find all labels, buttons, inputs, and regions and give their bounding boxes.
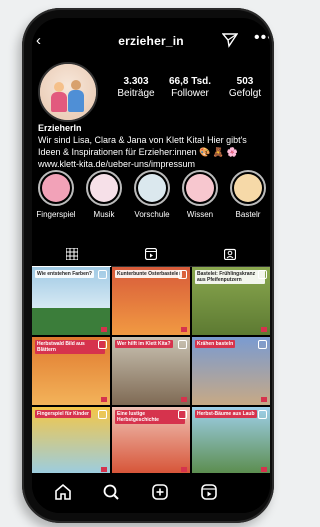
search-icon[interactable]: [100, 481, 122, 503]
highlight-label: Vorschule: [134, 210, 170, 219]
stat-following[interactable]: 503 Gefolgt: [215, 76, 270, 100]
post-grid: Wie entstehen Farben? Kunterbunte Osterb…: [32, 267, 270, 475]
post-tile[interactable]: Bastelei: Frühlingskranz aus Pfeifenputz…: [192, 267, 270, 335]
stat-following-label: Gefolgt: [228, 88, 262, 99]
highlight-label: Musik: [93, 210, 115, 219]
post-tile[interactable]: Krähen basteln: [192, 337, 270, 405]
post-tile[interactable]: Herbstwald Bild aus Blättern: [32, 337, 110, 405]
highlight-cover: [42, 174, 70, 202]
brand-logo: [181, 397, 187, 402]
bio-line: Ideen & Inspirationen für Erzieher:innen…: [38, 147, 238, 157]
bottom-navigation: [32, 473, 270, 513]
post-tile[interactable]: Kunterbunte Osterbastelei: [112, 267, 190, 335]
add-post-icon[interactable]: [149, 481, 171, 503]
reel-indicator-icon: [258, 270, 267, 279]
post-caption: Herbst-Bäume aus Laub: [195, 410, 257, 418]
bio-link[interactable]: www.klett-kita.de/ueber-uns/impressum: [38, 158, 268, 170]
profile-header: ‹ erzieher_in •••: [32, 30, 270, 52]
highlight-basteln[interactable]: Bastelr: [226, 170, 270, 219]
highlight-cover: [138, 174, 166, 202]
profile-tabs: [32, 244, 270, 267]
reel-indicator-icon: [178, 410, 187, 419]
post-caption: Eine lustige Herbstgeschichte: [115, 410, 185, 424]
reel-indicator-icon: [98, 270, 107, 279]
highlight-wissen[interactable]: Wissen: [178, 170, 222, 219]
stat-followers[interactable]: 66,8 Tsd. Follower: [160, 76, 220, 100]
post-caption: Kunterbunte Osterbastelei: [115, 270, 182, 278]
profile-display-name: ErzieherIn: [38, 123, 82, 133]
highlight-cover: [90, 174, 118, 202]
reels-icon[interactable]: [198, 481, 220, 503]
post-tile[interactable]: Wer hilft im Klett Kita?: [112, 337, 190, 405]
more-dots-icon[interactable]: •••: [254, 30, 270, 46]
bio-line: Wir sind Lisa, Clara & Jana von Klett Ki…: [38, 135, 247, 145]
highlight-fingerspiel[interactable]: Fingerspiel: [34, 170, 78, 219]
app-screen: ‹ erzieher_in ••• 3.303 Beiträge 66,8 Ts…: [32, 18, 270, 513]
grid-tab[interactable]: [32, 244, 111, 267]
brand-logo: [261, 467, 267, 472]
brand-logo: [261, 397, 267, 402]
post-caption: Krähen basteln: [195, 340, 236, 348]
post-caption: Fingerspiel für Kinder: [35, 410, 91, 418]
reel-indicator-icon: [178, 340, 187, 349]
post-caption: Bastelei: Frühlingskranz aus Pfeifenputz…: [195, 270, 265, 284]
post-caption: Wer hilft im Klett Kita?: [115, 340, 173, 348]
post-caption: Wie entstehen Farben?: [35, 270, 94, 278]
reel-indicator-icon: [258, 340, 267, 349]
highlight-cover: [186, 174, 214, 202]
profile-bio: ErzieherIn Wir sind Lisa, Clara & Jana v…: [38, 122, 268, 170]
highlight-cover: [234, 174, 262, 202]
home-icon[interactable]: [52, 481, 74, 503]
profile-avatar[interactable]: [38, 62, 98, 122]
tagged-icon: [223, 248, 236, 261]
paper-plane-icon[interactable]: [222, 32, 238, 48]
post-caption: Herbstwald Bild aus Blättern: [35, 340, 105, 354]
post-tile[interactable]: Fingerspiel für Kinder: [32, 407, 110, 475]
stat-followers-label: Follower: [171, 88, 209, 99]
highlight-vorschule[interactable]: Vorschule: [130, 170, 174, 219]
reel-indicator-icon: [98, 410, 107, 419]
post-tile[interactable]: Eine lustige Herbstgeschichte: [112, 407, 190, 475]
post-tile[interactable]: Herbst-Bäume aus Laub: [192, 407, 270, 475]
highlight-label: Bastelr: [235, 210, 261, 219]
reels-icon: [144, 247, 157, 261]
stat-followers-count: 66,8 Tsd.: [168, 76, 212, 87]
brand-logo: [181, 467, 187, 472]
tagged-tab[interactable]: [190, 244, 269, 266]
brand-logo: [181, 327, 187, 332]
stat-posts-count: 3.303: [123, 76, 149, 87]
reel-indicator-icon: [178, 270, 187, 279]
brand-logo: [261, 327, 267, 332]
reel-indicator-icon: [98, 340, 107, 349]
brand-logo: [101, 397, 107, 402]
highlight-musik[interactable]: Musik: [82, 170, 126, 219]
story-highlights: Fingerspiel Musik Vorschule Wissen Baste…: [32, 170, 270, 250]
stat-following-count: 503: [236, 76, 254, 87]
grid-icon: [64, 247, 79, 261]
stat-posts[interactable]: 3.303 Beiträge: [106, 76, 166, 100]
brand-logo: [101, 467, 107, 472]
reel-indicator-icon: [258, 410, 267, 419]
stat-posts-label: Beiträge: [117, 88, 155, 99]
highlight-label: Fingerspiel: [36, 210, 76, 219]
brand-logo: [101, 327, 107, 332]
reels-tab[interactable]: [111, 244, 190, 266]
post-tile[interactable]: Wie entstehen Farben?: [32, 267, 110, 335]
highlight-label: Wissen: [186, 210, 214, 219]
